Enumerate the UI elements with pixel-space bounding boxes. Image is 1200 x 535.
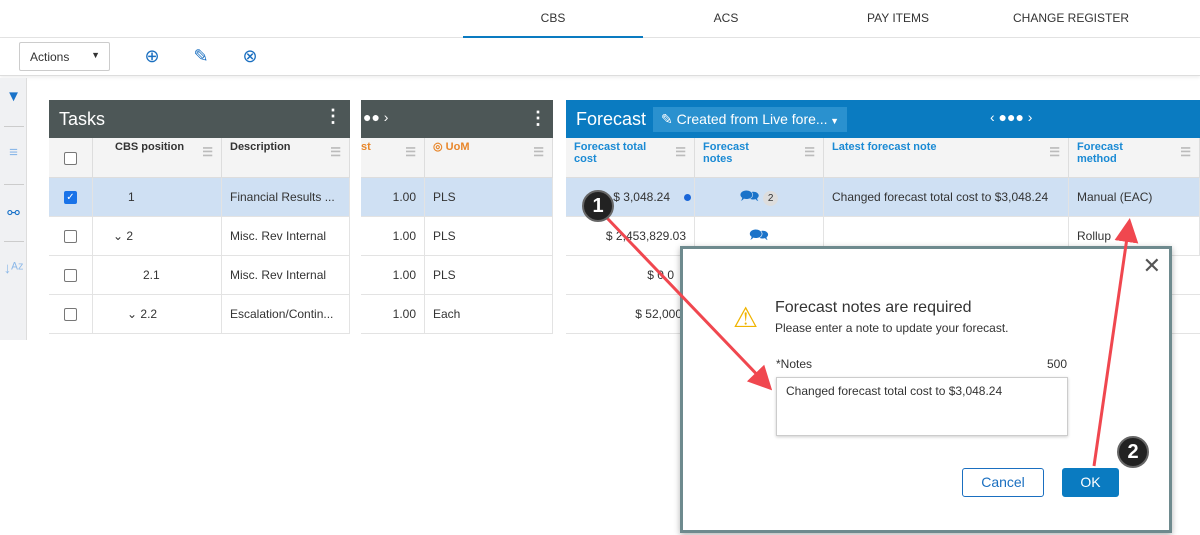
arrow-2 [1092, 218, 1139, 467]
step-2-badge: 2 [1117, 436, 1149, 468]
annotation-arrows [605, 216, 1139, 467]
arrow-1 [605, 216, 773, 391]
step-1-badge: 1 [582, 190, 614, 222]
